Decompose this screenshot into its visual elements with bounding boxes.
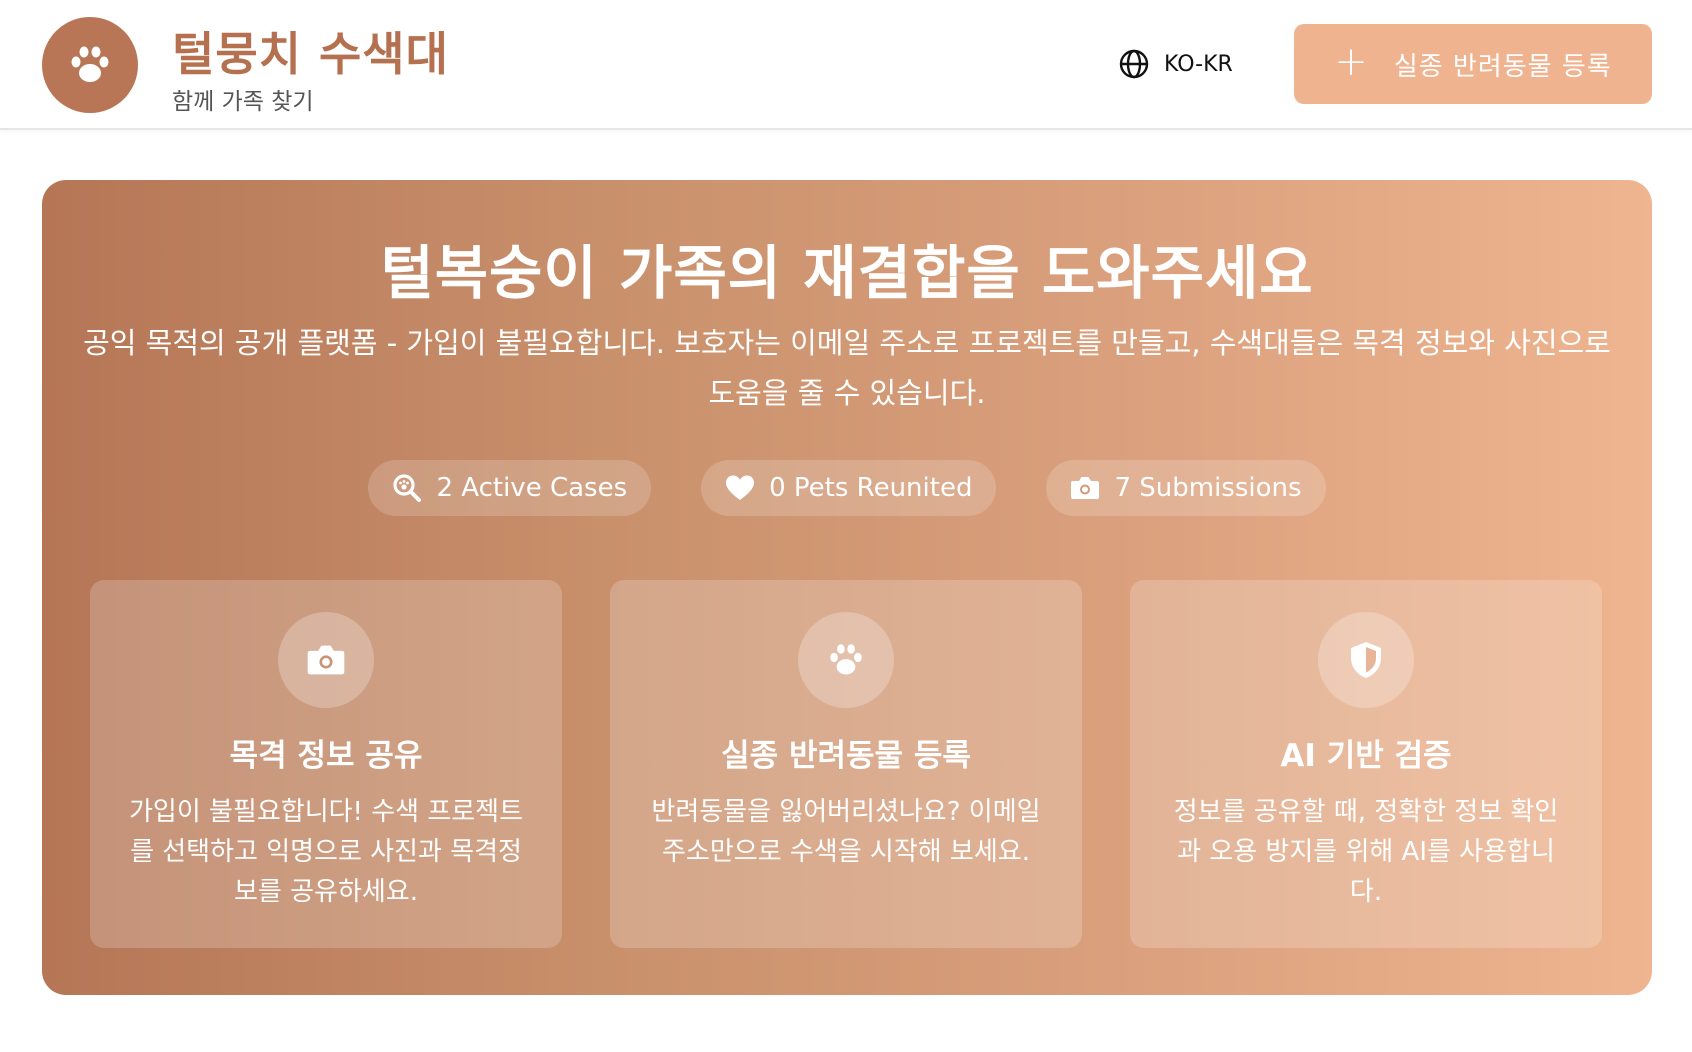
feature-icon-wrapper	[798, 612, 894, 708]
register-missing-pet-button[interactable]: + 실종 반려동물 등록	[1294, 24, 1652, 104]
stats-row: 2 Active Cases 0 Pets Reunited 7 Submiss…	[42, 460, 1652, 516]
hero-title: 털복숭이 가족의 재결합을 도와주세요	[380, 239, 1314, 307]
register-button-label: 실종 반려동물 등록	[1393, 51, 1612, 82]
camera-icon	[307, 645, 345, 675]
feature-description: 반려동물을 잃어버리셨나요? 이메일 주소만으로 수색을 시작해 보세요.	[651, 797, 1041, 867]
feature-title: 실종 반려동물 등록	[721, 738, 971, 774]
feature-card-share-sighting[interactable]: 목격 정보 공유 가입이 불필요합니다! 수색 프로젝트를 선택하고 익명으로 …	[90, 580, 562, 948]
stat-submissions: 7 Submissions	[1046, 460, 1326, 516]
plus-icon: +	[1334, 39, 1368, 85]
stat-label: 2 Active Cases	[436, 473, 628, 503]
feature-description: 가입이 불필요합니다! 수색 프로젝트를 선택하고 익명으로 사진과 목격정보를…	[128, 797, 524, 907]
stat-active-cases: 2 Active Cases	[368, 460, 652, 516]
heart-icon	[726, 475, 755, 500]
paw-icon	[71, 46, 109, 82]
site-subtitle: 함께 가족 찾기	[172, 89, 314, 115]
feature-cards: 목격 정보 공유 가입이 불필요합니다! 수색 프로젝트를 선택하고 익명으로 …	[90, 580, 1604, 948]
feature-icon-wrapper	[1318, 612, 1414, 708]
site-title[interactable]: 털뭉치 수색대	[172, 18, 449, 84]
search-paw-icon	[393, 474, 422, 502]
hero-banner: 털복숭이 가족의 재결합을 도와주세요 공익 목적의 공개 플랫폼 - 가입이 …	[42, 180, 1652, 995]
camera-icon	[1071, 477, 1100, 499]
paw-icon	[830, 644, 862, 675]
hero-description: 공익 목적의 공개 플랫폼 - 가입이 불필요합니다. 보호자는 이메일 주소로…	[83, 326, 1611, 410]
language-label: KO-KR	[1164, 51, 1233, 77]
shield-icon	[1351, 642, 1381, 678]
stat-label: 7 Submissions	[1114, 473, 1302, 503]
logo[interactable]	[42, 17, 138, 113]
top-header: 털뭉치 수색대 함께 가족 찾기 KO-KR + 실종 반려동물 등록	[0, 0, 1692, 130]
feature-description: 정보를 공유할 때, 정확한 정보 확인과 오용 방지를 위해 AI를 사용합니…	[1173, 797, 1559, 907]
feature-card-register-pet[interactable]: 실종 반려동물 등록 반려동물을 잃어버리셨나요? 이메일 주소만으로 수색을 …	[610, 580, 1082, 948]
feature-title: 목격 정보 공유	[229, 738, 423, 774]
stat-label: 0 Pets Reunited	[769, 473, 973, 503]
feature-title: AI 기반 검증	[1280, 738, 1452, 774]
stat-pets-reunited: 0 Pets Reunited	[701, 460, 997, 516]
feature-icon-wrapper	[278, 612, 374, 708]
globe-icon	[1119, 49, 1149, 79]
feature-card-ai-verification[interactable]: AI 기반 검증 정보를 공유할 때, 정확한 정보 확인과 오용 방지를 위해…	[1130, 580, 1602, 948]
language-selector[interactable]: KO-KR	[1118, 46, 1233, 82]
